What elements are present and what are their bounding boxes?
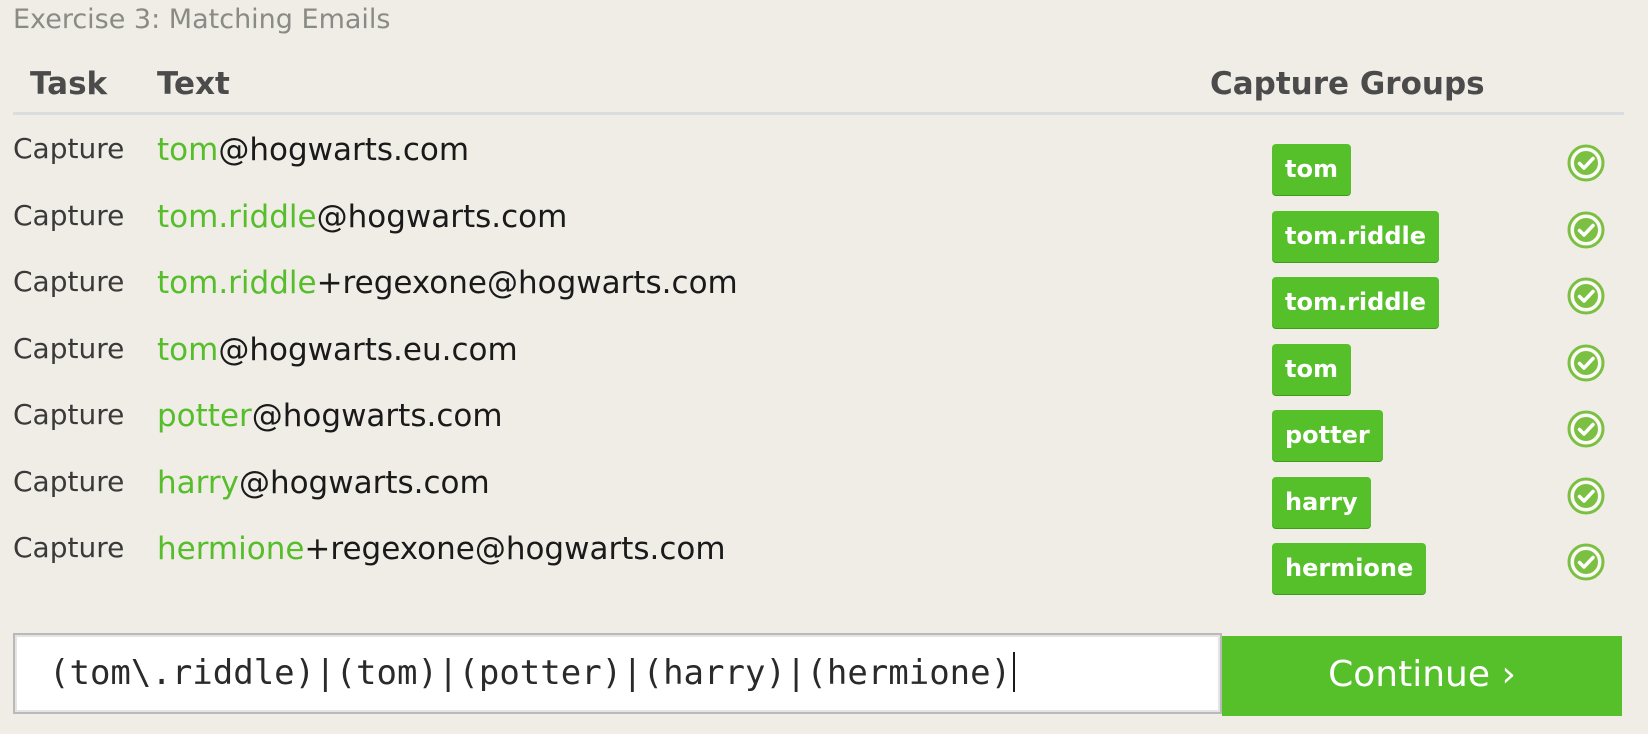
check-circle-icon [1566,276,1606,316]
capture-group-badge: tom.riddle [1272,210,1440,262]
unmatched-text: @hogwarts.com [316,198,568,235]
task-label: Capture [13,331,125,365]
matched-text: hermione [157,531,305,567]
table-row: Capture harry@hogwarts.com harry [0,457,1648,528]
column-header-capture-groups: Capture Groups [1210,66,1485,102]
task-label: Capture [13,398,125,431]
test-string: tom.riddle+regexone@hogwarts.com [157,265,738,301]
table-row: Capture hermione+regexone@hogwarts.com her… [0,523,1648,594]
task-label: Capture [13,198,125,232]
check-circle-icon [1566,343,1606,383]
test-string: tom@hogwarts.eu.com [157,332,518,368]
column-header-task: Task [30,66,108,102]
check-circle-icon [1566,542,1606,582]
capture-group-badge: potter [1272,410,1383,461]
text-caret [1013,652,1016,692]
continue-button[interactable]: Continue › [1222,636,1622,716]
unmatched-text: @hogwarts.eu.com [218,331,518,368]
unmatched-text: @hogwarts.com [218,132,470,168]
header-divider [13,112,1624,115]
task-label: Capture [13,464,125,498]
table-row: Capture tom@hogwarts.com tom [0,124,1648,195]
unmatched-text: @hogwarts.com [238,464,490,501]
capture-group-badge: tom [1272,144,1351,195]
task-label: Capture [13,265,125,298]
unmatched-text: @hogwarts.com [251,398,503,434]
test-string: potter@hogwarts.com [157,398,503,434]
table-row: Capture tom@hogwarts.eu.com tom [0,324,1648,395]
task-label: Capture [13,531,125,564]
check-circle-icon [1566,409,1606,449]
unmatched-text: +regexone@hogwarts.com [304,531,726,567]
unmatched-text: +regexone@hogwarts.com [316,265,738,301]
test-string: tom@hogwarts.com [157,132,469,168]
test-string: harry@hogwarts.com [157,465,490,501]
capture-group-badge: harry [1272,476,1371,528]
matched-text: tom [157,331,219,368]
table-row: Capture tom.riddle+regexone@hogwarts.com t… [0,257,1648,328]
matched-text: tom.riddle [157,265,317,301]
check-circle-icon [1566,143,1606,183]
matched-text: harry [157,464,239,501]
matched-text: tom [157,132,219,168]
capture-group-badge: hermione [1272,543,1427,594]
capture-group-badge: tom [1272,343,1351,395]
regex-input[interactable]: (tom\.riddle)|(tom)|(potter)|(harry)|(he… [13,633,1222,714]
exercise-title: Exercise 3: Matching Emails [13,4,391,35]
task-label: Capture [13,132,125,165]
regex-input-text: (tom\.riddle)|(tom)|(potter)|(harry)|(he… [49,653,1012,693]
test-string: hermione+regexone@hogwarts.com [157,531,726,567]
capture-group-badge: tom.riddle [1272,277,1440,328]
table-row: Capture potter@hogwarts.com potter [0,390,1648,461]
check-circle-icon [1566,210,1606,250]
matched-text: tom.riddle [157,198,317,235]
matched-text: potter [157,398,252,434]
column-header-text: Text [157,66,230,102]
regex-input-value[interactable]: (tom\.riddle)|(tom)|(potter)|(harry)|(he… [49,652,1016,693]
table-row: Capture tom.riddle@hogwarts.com tom.riddle [0,191,1648,262]
test-string: tom.riddle@hogwarts.com [157,199,567,235]
check-circle-icon [1566,476,1606,516]
